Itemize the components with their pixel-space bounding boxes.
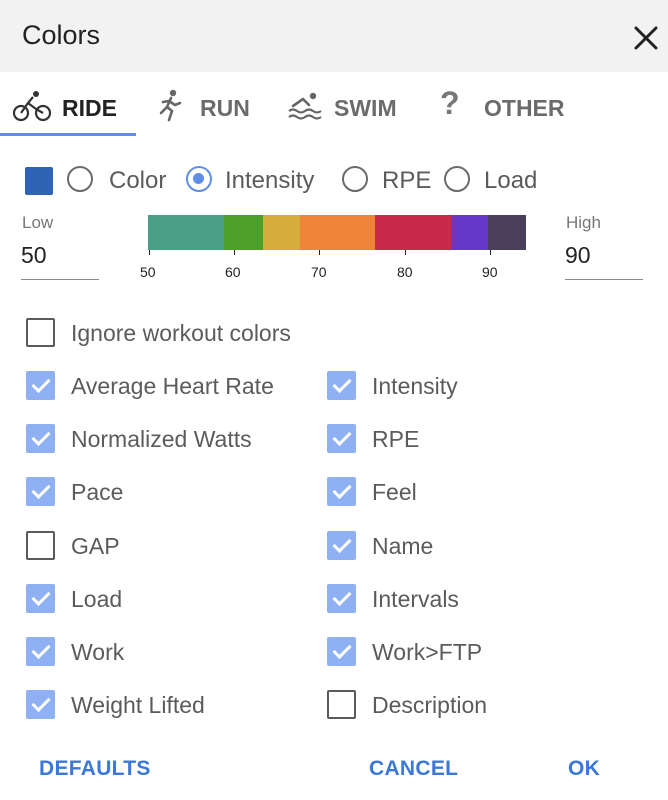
checkbox-label: Weight Lifted xyxy=(71,692,205,718)
checkbox-label: GAP xyxy=(71,533,120,559)
tab-other-label: OTHER xyxy=(484,95,565,121)
scale-tick-label: 50 xyxy=(140,264,156,280)
radio-color[interactable]: Color xyxy=(67,166,177,198)
tab-swim-label: SWIM xyxy=(334,95,397,121)
color-swatch[interactable] xyxy=(25,167,53,195)
checkbox-label: Work xyxy=(71,639,125,665)
checkbox-label: Intervals xyxy=(372,586,459,612)
bike-icon xyxy=(12,91,52,122)
ignore-workout-colors-checkbox[interactable] xyxy=(26,318,55,347)
checkbox-rpe[interactable] xyxy=(327,424,356,453)
checkbox-feel[interactable] xyxy=(327,477,356,506)
tab-swim[interactable]: SWIM xyxy=(287,72,407,138)
radio-rpe-circle xyxy=(342,166,368,192)
scale-tick-label: 70 xyxy=(311,264,327,280)
scale-band xyxy=(263,215,300,250)
checkbox-label: Work>FTP xyxy=(372,639,483,665)
checkbox-label: Average Heart Rate xyxy=(71,373,274,399)
sport-tabs: RIDE RUN SWIM ? OTHER xyxy=(0,72,668,138)
radio-intensity[interactable]: Intensity xyxy=(186,166,326,198)
scale-band xyxy=(148,215,224,250)
checkbox-label: Load xyxy=(71,586,123,612)
scale-tick-mark xyxy=(405,250,406,255)
checkbox-label: Description xyxy=(372,692,488,718)
radio-rpe[interactable]: RPE xyxy=(342,166,432,198)
radio-load-label: Load xyxy=(484,167,538,194)
checkbox-label: Feel xyxy=(372,479,417,505)
scale-tick-label: 60 xyxy=(225,264,241,280)
checkbox-description[interactable] xyxy=(327,690,356,719)
checkbox-label: RPE xyxy=(372,426,420,452)
low-value-input[interactable]: 50 xyxy=(21,232,99,280)
radio-color-label: Color xyxy=(109,167,167,194)
scale-band xyxy=(224,215,263,250)
checkbox-intensity[interactable] xyxy=(327,371,356,400)
checkbox-pace[interactable] xyxy=(26,477,55,506)
radio-load-circle xyxy=(444,166,470,192)
scale-tick-label: 90 xyxy=(482,264,498,280)
checkbox-label: Normalized Watts xyxy=(71,426,252,452)
dialog-header: Colors xyxy=(0,0,668,72)
dialog-title: Colors xyxy=(22,20,101,50)
scale-band xyxy=(300,215,375,250)
radio-load[interactable]: Load xyxy=(444,166,544,198)
checkbox-load[interactable] xyxy=(26,584,55,613)
tab-run-label: RUN xyxy=(200,95,250,121)
intensity-color-scale xyxy=(148,215,526,250)
defaults-button[interactable]: DEFAULTS xyxy=(39,757,151,781)
question-icon: ? xyxy=(440,85,460,121)
swim-icon xyxy=(288,92,322,120)
ignore-workout-colors-label: Ignore workout colors xyxy=(71,320,291,346)
radio-rpe-label: RPE xyxy=(382,167,432,194)
scale-tick-mark xyxy=(319,250,320,255)
scale-tick-mark xyxy=(490,250,491,255)
radio-color-circle xyxy=(67,166,93,192)
ok-button[interactable]: OK xyxy=(568,757,600,781)
tab-run[interactable]: RUN xyxy=(155,72,255,138)
checkbox-normalized-watts[interactable] xyxy=(26,424,55,453)
checkbox-label: Intensity xyxy=(372,373,458,399)
scale-band xyxy=(375,215,451,250)
checkbox-work-ftp[interactable] xyxy=(327,637,356,666)
close-icon xyxy=(634,26,658,50)
scale-tick-label: 80 xyxy=(397,264,413,280)
checkbox-label: Name xyxy=(372,533,434,559)
scale-tick-mark xyxy=(234,250,235,255)
tab-ride-label: RIDE xyxy=(62,95,117,121)
tab-other[interactable]: ? OTHER xyxy=(440,72,570,138)
run-icon xyxy=(159,89,182,122)
radio-intensity-label: Intensity xyxy=(225,167,315,194)
checkbox-work[interactable] xyxy=(26,637,55,666)
checkbox-name[interactable] xyxy=(327,531,356,560)
scale-band xyxy=(488,215,526,250)
close-button[interactable] xyxy=(628,20,664,56)
high-value-input[interactable]: 90 xyxy=(565,232,643,280)
tab-ride[interactable]: RIDE xyxy=(12,72,136,138)
high-label: High xyxy=(566,213,601,232)
cancel-button[interactable]: CANCEL xyxy=(369,757,458,781)
radio-intensity-circle xyxy=(186,166,212,192)
scale-tick-mark xyxy=(149,250,150,255)
checkbox-gap[interactable] xyxy=(26,531,55,560)
active-tab-indicator xyxy=(0,133,136,136)
checkbox-intervals[interactable] xyxy=(327,584,356,613)
scale-band xyxy=(451,215,488,250)
checkbox-weight-lifted[interactable] xyxy=(26,690,55,719)
checkbox-average-heart-rate[interactable] xyxy=(26,371,55,400)
checkbox-label: Pace xyxy=(71,479,124,505)
low-label: Low xyxy=(22,213,54,232)
